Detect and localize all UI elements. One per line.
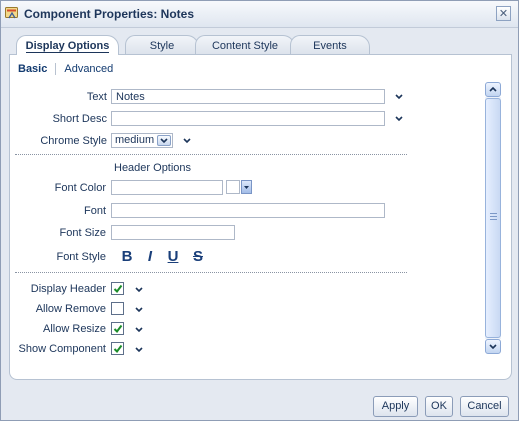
subtab-nav: Basic Advanced — [18, 63, 113, 76]
strikethrough-icon[interactable]: S — [190, 249, 206, 265]
scroll-thumb[interactable] — [485, 98, 501, 338]
text-expand-chevron-icon[interactable] — [395, 94, 403, 100]
section-divider — [15, 154, 407, 155]
show-component-label: Show Component — [18, 343, 106, 355]
chrome-style-select[interactable]: medium — [111, 133, 173, 148]
grip-line — [490, 219, 497, 220]
titlebar: Component Properties: Notes ✕ — [1, 1, 518, 28]
allow-remove-label: Allow Remove — [35, 303, 106, 315]
subtab-divider — [55, 63, 57, 76]
chrome-style-value: medium — [115, 134, 155, 146]
dialog-title: Component Properties: Notes — [24, 7, 195, 21]
dialog-footer: Apply OK Cancel — [1, 387, 518, 420]
show-component-chevron-icon[interactable] — [135, 347, 143, 353]
display-header-label: Display Header — [30, 283, 106, 295]
font-style-label: Font Style — [56, 251, 106, 263]
font-size-input[interactable] — [111, 225, 235, 240]
chrome-style-label: Chrome Style — [40, 135, 107, 147]
color-picker-dropdown-icon[interactable] — [241, 180, 252, 194]
allow-resize-chevron-icon[interactable] — [135, 327, 143, 333]
font-input[interactable] — [111, 203, 385, 218]
display-header-checkbox[interactable] — [111, 282, 124, 295]
font-size-label: Font Size — [59, 227, 106, 239]
section-divider-2 — [15, 272, 407, 273]
font-color-swatch[interactable] — [226, 180, 240, 194]
display-header-chevron-icon[interactable] — [135, 287, 143, 293]
allow-remove-chevron-icon[interactable] — [135, 307, 143, 313]
scroll-up-button[interactable] — [485, 82, 501, 97]
allow-resize-checkbox[interactable] — [111, 322, 124, 335]
subtab-advanced[interactable]: Advanced — [64, 63, 113, 75]
scroll-down-button[interactable] — [485, 339, 501, 354]
grip-line — [490, 216, 497, 217]
cancel-button[interactable]: Cancel — [460, 396, 509, 417]
tab-events[interactable]: Events — [290, 35, 370, 55]
chevron-down-icon[interactable] — [157, 135, 171, 146]
header-options-title: Header Options — [114, 162, 192, 174]
font-color-input[interactable] — [111, 180, 223, 195]
font-color-label: Font Color — [54, 182, 106, 194]
bold-icon[interactable]: B — [119, 249, 135, 265]
short-desc-input[interactable] — [111, 111, 385, 126]
tab-strip: Display Options Style Content Style Even… — [9, 35, 509, 55]
apply-button[interactable]: Apply — [373, 396, 418, 417]
tab-style[interactable]: Style — [125, 35, 199, 55]
underline-icon[interactable]: U — [165, 249, 181, 265]
short-desc-label: Short Desc — [52, 113, 107, 125]
short-desc-expand-chevron-icon[interactable] — [395, 116, 403, 122]
text-input[interactable] — [111, 89, 385, 104]
show-component-checkbox[interactable] — [111, 342, 124, 355]
allow-remove-checkbox[interactable] — [111, 302, 124, 315]
close-icon[interactable]: ✕ — [496, 6, 511, 21]
italic-icon[interactable]: I — [142, 249, 158, 265]
chrome-style-expand-chevron-icon[interactable] — [183, 138, 191, 144]
properties-icon — [5, 6, 19, 20]
allow-resize-label: Allow Resize — [43, 323, 106, 335]
tab-content-style[interactable]: Content Style — [195, 35, 295, 55]
grip-line — [490, 213, 497, 214]
vertical-scrollbar[interactable] — [485, 82, 501, 354]
subtab-basic[interactable]: Basic — [18, 63, 47, 75]
ok-button[interactable]: OK — [425, 396, 453, 417]
component-properties-dialog: Component Properties: Notes ✕ Display Op… — [0, 0, 519, 421]
tab-display-options[interactable]: Display Options — [16, 35, 119, 55]
text-label: Text — [86, 91, 107, 103]
font-label: Font — [83, 205, 106, 217]
